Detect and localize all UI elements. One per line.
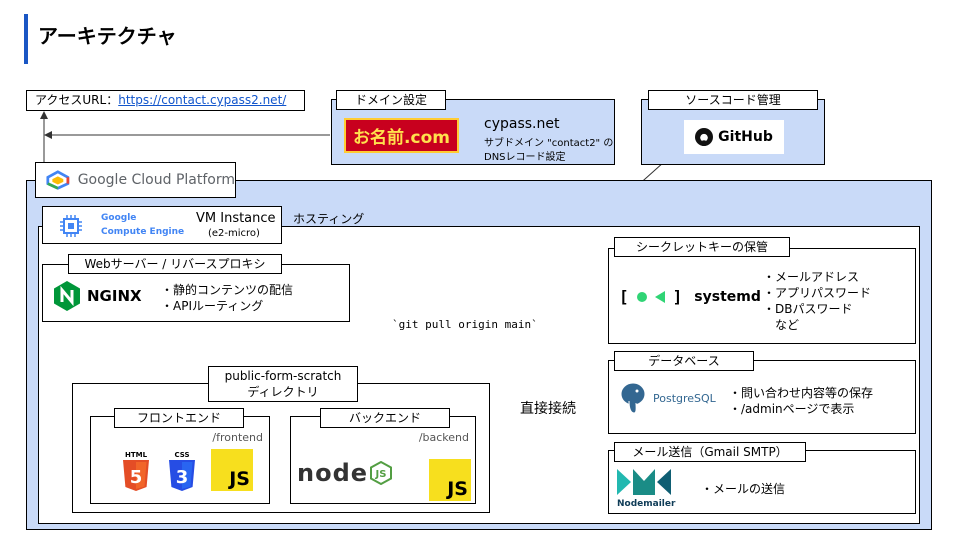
vm-instance-label: Google Compute Engine VM Instance (e2-mi… [42,206,282,244]
secrets-bullet: ・DBパスワード [763,302,853,316]
google-cloud-icon [46,170,70,190]
domain-desc-line1: サブドメイン "contact2" の [484,138,614,149]
mail-tag: メール送信（Gmail SMTP） [614,442,806,462]
svg-text:CSS: CSS [174,451,189,459]
nodemailer-logo: Nodemailer [617,469,675,509]
secrets-bullet: ・アプリパスワード [763,286,872,300]
hosting-label: ホスティング [293,212,365,226]
css3-icon: CSS 3 [169,451,195,491]
webserver-tag: Webサーバー / リバースプロキシ [68,254,282,274]
secrets-panel: [ ] systemd ・メールアドレス ・アプリパスワード ・DBパスワード … [608,248,916,344]
systemd-icon: [ [619,287,629,306]
github-logo: GitHub [684,120,784,154]
backend-panel: /backend node JS JS [290,416,476,504]
webserver-bullet: ・静的コンテンツの配信 [161,283,294,297]
database-bullets: ・問い合わせ内容等の保存 ・/adminページで表示 [729,385,873,417]
domain-name: cypass.net [484,116,560,132]
database-tag: データベース [614,351,754,371]
gce-name-line1: Google [101,213,137,223]
git-command-label: `git pull origin main` [386,315,538,337]
source-control-tag: ソースコード管理 [648,90,818,110]
access-url-link[interactable]: https://contact.cypass2.net/ [118,93,286,107]
svg-text:JS: JS [375,469,387,480]
access-url-label: アクセスURL： [35,93,119,107]
secrets-bullets: ・メールアドレス ・アプリパスワード ・DBパスワード など [763,269,871,333]
postgresql-logo: PostgreSQL [617,381,716,415]
systemd-triangle-icon [654,290,665,303]
nodejs-logo: node JS [297,459,393,487]
secrets-tag: シークレットキーの保管 [614,237,790,257]
frontend-panel: /frontend HTML 5 CSS 3 JS [90,416,270,504]
gce-name-line2: Compute Engine [101,227,185,237]
vm-instance-subtitle: (e2-micro) [208,228,260,239]
svg-text:HTML: HTML [125,451,148,459]
backend-tag: バックエンド [320,408,450,428]
frontend-path: /frontend [212,431,263,444]
nodemailer-icon [617,469,671,495]
frontend-tag: フロントエンド [114,408,244,428]
svg-text:5: 5 [130,467,143,488]
project-directory-tag: public-form-scratch ディレクトリ [208,366,358,402]
systemd-dot-icon [636,291,647,302]
database-bullet: ・問い合わせ内容等の保存 [729,386,874,400]
title-accent-bar [24,14,28,64]
secrets-bullet: など [763,318,800,332]
direct-connection-label: 直接接続 [508,396,596,420]
javascript-logo-frontend: JS [211,449,253,491]
compute-engine-icon [60,215,82,237]
html5-icon: HTML 5 [123,451,149,491]
access-url-box: アクセスURL：https://contact.cypass2.net/ [26,90,305,111]
html5-logo: HTML 5 [121,449,151,495]
nginx-icon [54,281,80,311]
github-icon [695,128,714,146]
domain-desc-line2: DNSレコード設定 [484,152,566,163]
secrets-bullet: ・メールアドレス [763,270,860,284]
page-title: アーキテクチャ [38,24,177,48]
vm-instance-title: VM Instance [196,211,276,226]
svg-text:3: 3 [176,467,189,488]
javascript-logo-backend: JS [429,459,471,501]
webserver-bullet: ・APIルーティング [161,299,264,313]
systemd-logo: [ ] systemd [619,287,761,306]
nodejs-icon: JS [370,461,393,485]
css3-logo: CSS 3 [167,449,197,495]
domain-settings-tag: ドメイン設定 [336,90,446,110]
postgresql-elephant-icon [620,382,646,414]
database-bullet: ・/adminページで表示 [729,402,855,416]
mail-bullets: ・メールの送信 [701,481,785,497]
mail-bullet: ・メールの送信 [701,482,786,496]
database-panel: PostgreSQL ・問い合わせ内容等の保存 ・/adminページで表示 [608,360,916,434]
backend-path: /backend [418,431,469,444]
gcp-logo: Google Cloud Platform [35,162,236,198]
webserver-bullets: ・静的コンテンツの配信 ・APIルーティング [161,282,293,314]
nginx-logo: NGINX [53,281,142,311]
onamae-logo: お名前.com [344,118,459,153]
